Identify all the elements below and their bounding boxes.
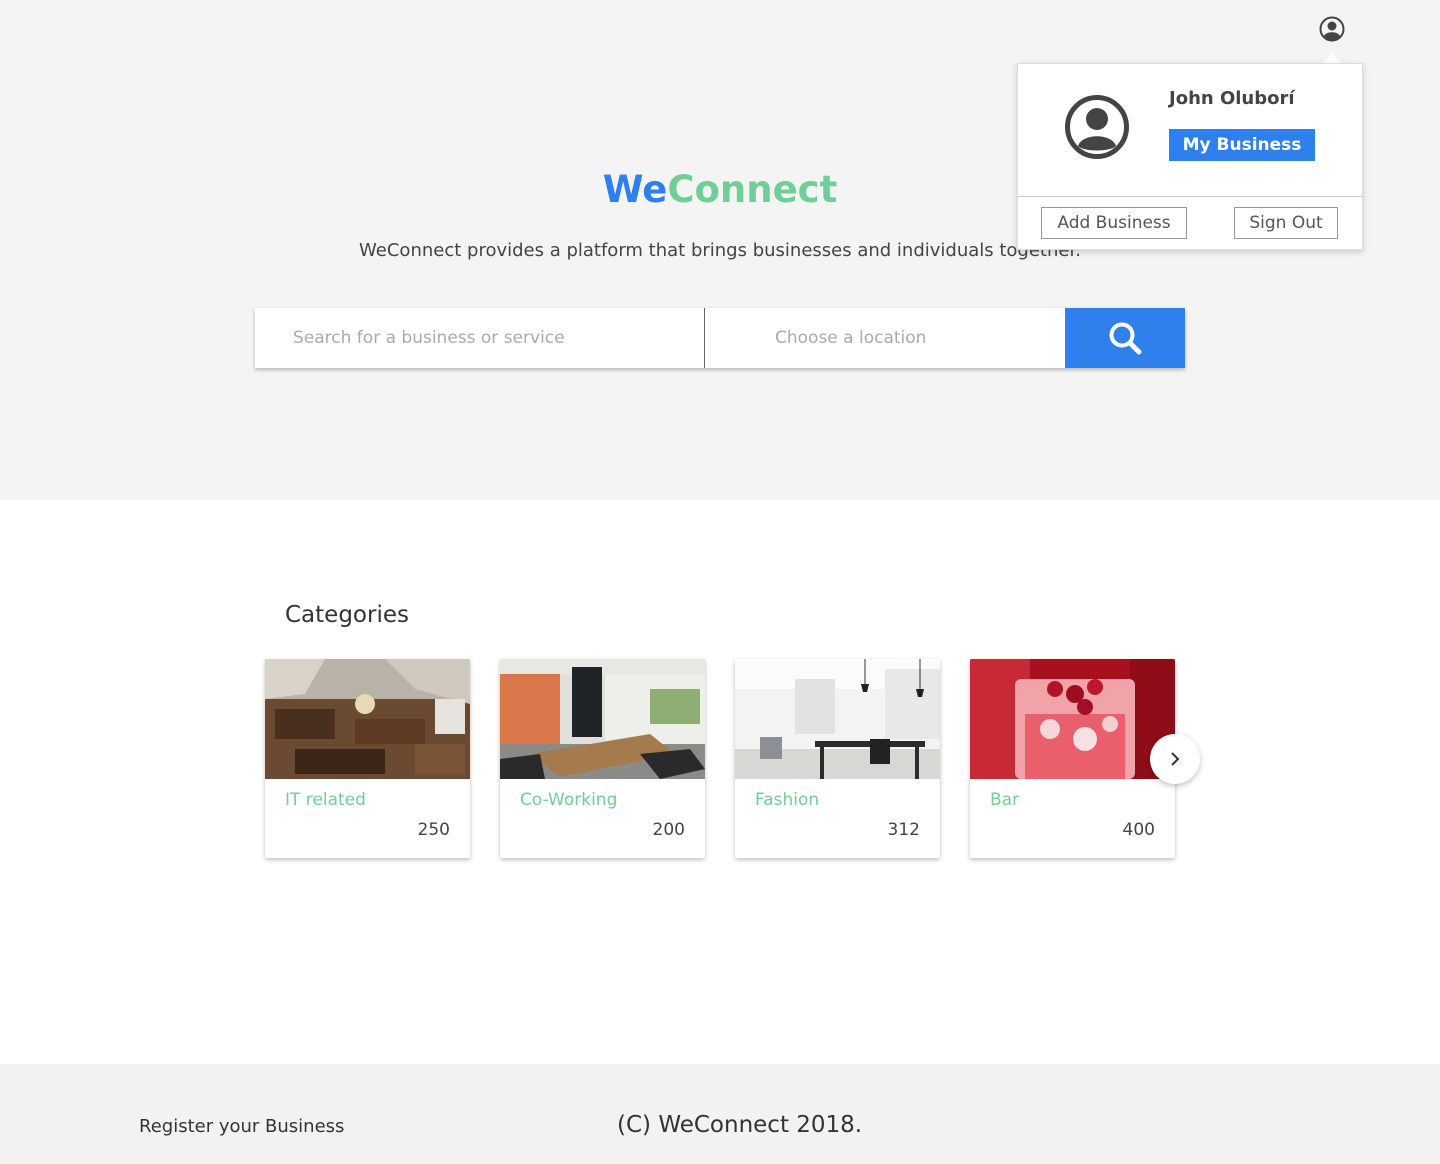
user-avatar-icon [1065,95,1129,159]
user-dropdown-menu: John Oluborí My Business Add Business Si… [1017,63,1363,250]
category-card[interactable]: Bar 400 [970,659,1175,858]
category-card[interactable]: Co-Working 200 [500,659,705,858]
brand-we: We [602,168,668,211]
category-count: 250 [417,820,450,840]
category-name: Bar [990,790,1020,810]
add-business-button[interactable]: Add Business [1041,207,1187,239]
category-name: IT related [285,790,366,810]
search-input[interactable] [255,308,705,368]
chevron-right-icon [1171,752,1180,766]
carousel-next-button[interactable] [1150,734,1200,784]
user-avatar-icon[interactable] [1319,16,1345,42]
category-count: 400 [1122,820,1155,840]
user-name: John Oluborí [1169,88,1295,109]
my-business-button[interactable]: My Business [1169,129,1315,161]
sign-out-button[interactable]: Sign Out [1234,207,1338,239]
category-card[interactable]: IT related 250 [265,659,470,858]
divider [1018,196,1362,197]
search-button[interactable] [1065,308,1185,368]
category-image [500,659,705,779]
category-name: Fashion [755,790,820,810]
search-bar [255,308,1185,368]
register-business-link[interactable]: Register your Business [139,1116,344,1137]
copyright-text: (C) WeConnect 2018. [617,1112,863,1138]
search-icon [1109,322,1142,355]
category-card[interactable]: Fashion 312 [735,659,940,858]
location-input[interactable] [705,308,1065,368]
category-count: 312 [887,820,920,840]
category-name: Co-Working [520,790,618,810]
category-image [265,659,470,779]
brand-connect: Connect [667,168,838,211]
categories-title: Categories [285,602,409,628]
category-count: 200 [652,820,685,840]
category-image [735,659,940,779]
category-image [970,659,1175,779]
footer: Register your Business (C) WeConnect 201… [0,1064,1440,1164]
